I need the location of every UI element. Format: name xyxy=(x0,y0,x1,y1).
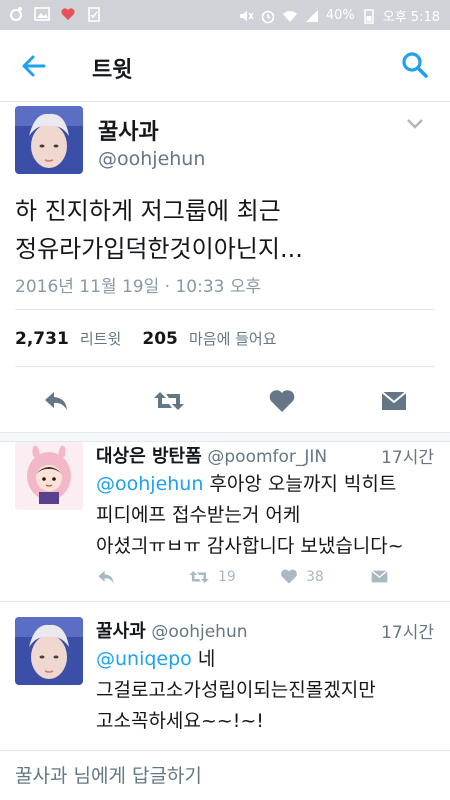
retweet-count: 19 xyxy=(218,569,236,585)
reply-text-line: 아셨긔ㅠㅂㅠ 감사합니다 보냈습니다~ xyxy=(96,535,404,557)
tweet-text-line: 하 진지하게 저그룹에 최근 xyxy=(15,197,281,225)
mention-link[interactable]: @oohjehun xyxy=(96,473,203,495)
reply-author-handle[interactable]: @oohjehun xyxy=(151,622,247,642)
signal-icon xyxy=(305,9,318,22)
reply-tweet[interactable]: 꿀사과 @oohjehun 17시간 @uniqepo 네 그걸로고소가성립이되… xyxy=(0,617,450,747)
reply-placeholder[interactable]: 꿀사과 님에게 답글하기 xyxy=(15,761,202,788)
reply-text-line: 후아앙 오늘까지 빅히트 xyxy=(203,473,397,495)
reply-author-handle[interactable]: @poomfor_JIN xyxy=(207,447,327,467)
search-icon[interactable] xyxy=(400,50,430,80)
reply-action[interactable] xyxy=(96,568,116,586)
reply-icon[interactable] xyxy=(96,568,116,586)
reply-text-line: 그걸로고소가성립이되는진몰겠지만 xyxy=(96,679,376,701)
heart-icon[interactable] xyxy=(280,568,298,585)
reply-icon[interactable] xyxy=(42,388,70,414)
heart-notification-icon xyxy=(61,8,75,20)
reply-text-line: 고소꼭하세요~~!~! xyxy=(96,710,264,732)
gallery-icon xyxy=(34,7,50,21)
battery-percent: 40% xyxy=(325,8,355,23)
reply-actions: 19 38 xyxy=(96,568,436,592)
author-name[interactable]: 꿀사과 xyxy=(98,114,159,146)
reply-author-name[interactable]: 꿀사과 xyxy=(96,621,146,642)
tweet-text-line: 정유라가입덕한것이아닌지... xyxy=(15,235,303,263)
retweet-icon[interactable] xyxy=(152,388,186,414)
reply-header: 대상은 방탄폼 @poomfor_JIN xyxy=(96,442,327,468)
battery-icon xyxy=(364,8,374,24)
mute-icon xyxy=(239,10,254,21)
arrow-left-icon[interactable] xyxy=(20,52,48,80)
message-icon[interactable] xyxy=(380,388,408,414)
tweet-actions xyxy=(0,370,450,432)
divider xyxy=(15,366,435,367)
retweet-icon[interactable] xyxy=(188,568,210,586)
alarm-icon xyxy=(261,10,275,23)
reply-author-name[interactable]: 대상은 방탄폼 xyxy=(96,446,202,467)
status-bar: 40% 오후 5:18 xyxy=(0,0,450,30)
sync-icon xyxy=(10,7,22,21)
author-handle[interactable]: @oohjehun xyxy=(98,148,205,170)
like-label[interactable]: 마음에 들어요 xyxy=(189,330,277,348)
mention-link[interactable]: @uniqepo xyxy=(96,648,192,670)
reply-header: 꿀사과 @oohjehun xyxy=(96,617,248,643)
divider xyxy=(15,309,435,310)
chevron-down-icon[interactable] xyxy=(406,118,424,130)
like-count: 38 xyxy=(306,568,324,585)
retweet-action[interactable]: 19 xyxy=(188,568,236,586)
divider xyxy=(0,601,450,602)
like-action[interactable]: 38 xyxy=(280,568,324,585)
avatar[interactable] xyxy=(15,617,83,685)
retweet-label[interactable]: 리트윗 xyxy=(80,330,121,348)
reply-time: 17시간 xyxy=(381,448,434,468)
message-action[interactable] xyxy=(370,568,389,585)
avatar[interactable] xyxy=(15,106,83,174)
reply-text: @oohjehun 후아앙 오늘까지 빅히트 피디에프 접수받는거 어케 아셨긔… xyxy=(96,469,441,562)
reply-time: 17시간 xyxy=(381,623,434,643)
section-divider xyxy=(0,432,450,442)
reply-text-line: 피디에프 접수받는거 어케 xyxy=(96,504,301,526)
page-title: 트윗 xyxy=(92,58,133,83)
tweet-text: 하 진지하게 저그룹에 최근 정유라가입덕한것이아닌지... xyxy=(15,192,435,268)
wifi-icon xyxy=(282,10,297,22)
app-bar: 트윗 xyxy=(0,30,450,102)
tweet-stats: 2,731 리트윗 205 마음에 들어요 xyxy=(15,328,277,349)
like-count[interactable]: 205 xyxy=(142,329,178,349)
retweet-count[interactable]: 2,731 xyxy=(15,329,69,349)
clipboard-icon xyxy=(88,7,100,22)
heart-icon[interactable] xyxy=(268,388,296,414)
reply-text-line: 네 xyxy=(191,648,216,670)
reply-composer[interactable]: 꿀사과 님에게 답글하기 xyxy=(0,750,450,800)
status-time: 오후 5:18 xyxy=(382,10,440,25)
message-icon[interactable] xyxy=(370,568,389,585)
tweet-timestamp: 2016년 11월 19일 · 10:33 오후 xyxy=(15,277,262,297)
avatar[interactable] xyxy=(15,442,83,510)
reply-text: @uniqepo 네 그걸로고소가성립이되는진몰겠지만 고소꼭하세요~~!~! xyxy=(96,644,441,737)
reply-tweet[interactable]: 대상은 방탄폼 @poomfor_JIN 17시간 @oohjehun 후아앙 … xyxy=(0,442,450,602)
